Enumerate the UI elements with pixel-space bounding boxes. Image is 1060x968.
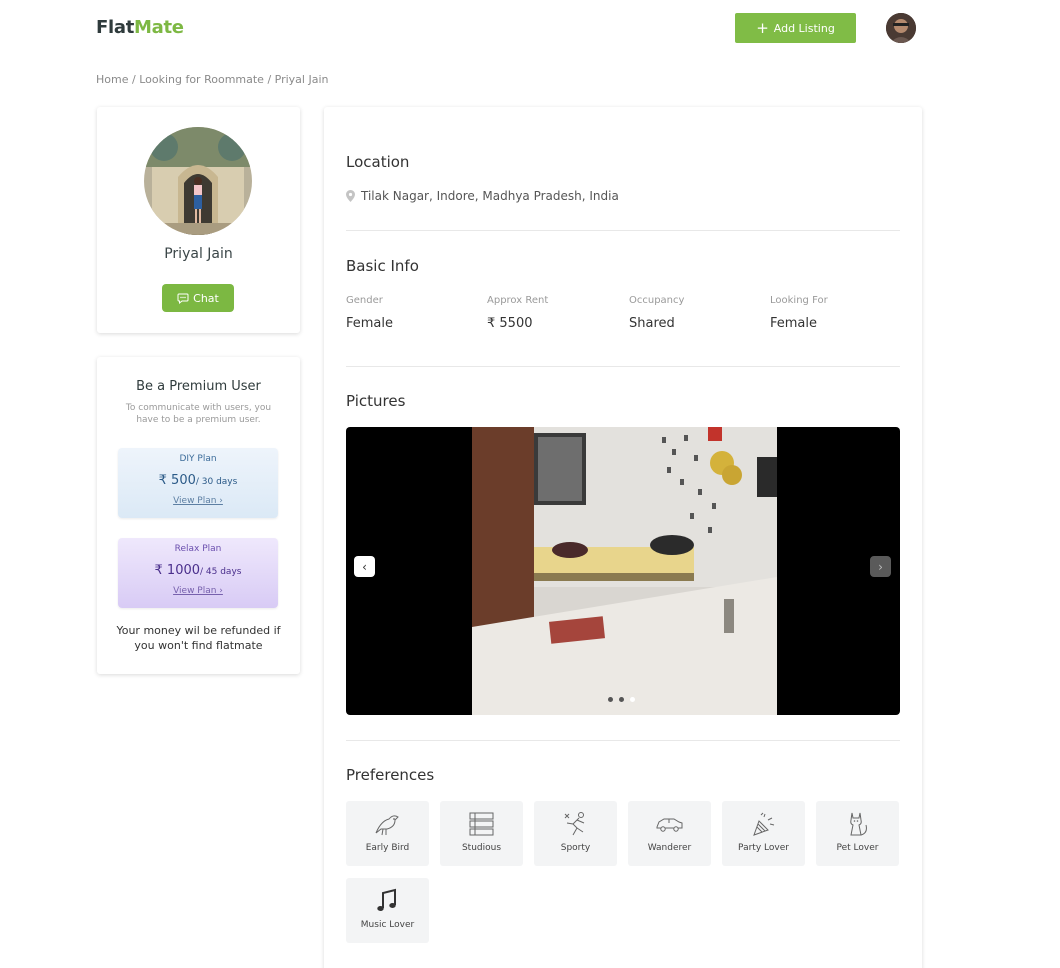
plan-period: / 30 days [195, 477, 238, 487]
pref-label: Party Lover [738, 843, 789, 853]
add-listing-label: Add Listing [773, 21, 835, 35]
pref-sporty: Sporty [534, 801, 617, 866]
logo-flat-text: Flat [96, 17, 135, 38]
location-address: Tilak Nagar, Indore, Madhya Pradesh, Ind… [361, 189, 619, 203]
relax-plan-card[interactable]: Relax Plan ₹ 1000/ 45 days View Plan › [118, 538, 278, 608]
plan-period: / 45 days [200, 567, 242, 577]
info-value: Female [770, 316, 818, 331]
party-popper-icon [753, 812, 775, 836]
location-title: Location [346, 153, 410, 171]
user-avatar-image [886, 13, 916, 43]
plan-price-amount: ₹ 1000 [154, 563, 201, 578]
plan-price: ₹ 1000/ 45 days [118, 563, 278, 578]
pref-pet-lover: Pet Lover [816, 801, 899, 866]
chat-icon [177, 293, 189, 304]
top-navbar: FlatMate + Add Listing [0, 0, 1060, 56]
pref-wanderer: Wanderer [628, 801, 711, 866]
chevron-left-icon: ‹ [362, 559, 367, 574]
user-avatar[interactable] [886, 13, 916, 43]
view-plan-link[interactable]: View Plan › [118, 586, 278, 596]
carousel-next-button[interactable]: › [870, 556, 891, 577]
info-label: Occupancy [629, 295, 685, 306]
plan-price: ₹ 500/ 30 days [118, 473, 278, 488]
info-gender: Gender Female [346, 295, 486, 331]
breadcrumb-current: Priyal Jain [274, 73, 329, 86]
chat-label: Chat [193, 291, 219, 305]
profile-photo [144, 127, 252, 235]
info-label: Looking For [770, 295, 828, 306]
bird-icon [375, 815, 399, 836]
refund-note: Your money wil be refunded if you won't … [116, 624, 281, 652]
premium-card: Be a Premium User To communicate with us… [97, 357, 300, 674]
info-value: Shared [629, 316, 675, 331]
plus-icon: + [756, 18, 769, 37]
info-label: Approx Rent [487, 295, 549, 306]
pref-label: Sporty [560, 843, 591, 853]
breadcrumb: Home / Looking for Roommate / Priyal Jai… [96, 73, 329, 86]
carousel-dot-1[interactable] [608, 697, 613, 702]
listing-details-card: Location Tilak Nagar, Indore, Madhya Pra… [324, 107, 922, 968]
carousel-indicators [608, 697, 635, 702]
cat-icon [850, 812, 867, 836]
info-label: Gender [346, 295, 383, 306]
pref-label: Music Lover [360, 920, 415, 930]
premium-title: Be a Premium User [136, 379, 261, 394]
preferences-title: Preferences [346, 766, 435, 784]
plan-price-amount: ₹ 500 [158, 473, 196, 488]
sporty-icon [564, 812, 585, 836]
pref-studious: Studious [440, 801, 523, 866]
breadcrumb-home[interactable]: Home [96, 73, 128, 86]
chevron-right-icon: › [878, 559, 883, 574]
pictures-carousel[interactable]: ‹ › [346, 427, 900, 715]
carousel-prev-button[interactable]: ‹ [354, 556, 375, 577]
divider [346, 740, 900, 741]
carousel-dot-3[interactable] [630, 697, 635, 702]
info-looking-for: Looking For Female [770, 295, 910, 331]
plan-name: Relax Plan [174, 544, 222, 554]
logo-mate-text: Mate [134, 17, 184, 38]
plan-name: DIY Plan [179, 454, 217, 464]
music-note-icon [377, 888, 396, 911]
pref-label: Early Bird [365, 843, 410, 853]
room-photo [472, 427, 777, 715]
info-occupancy: Occupancy Shared [629, 295, 769, 331]
divider [346, 366, 900, 367]
profile-name: Priyal Jain [164, 246, 233, 262]
map-pin-icon [346, 190, 355, 202]
view-plan-link[interactable]: View Plan › [118, 496, 278, 506]
location-row: Tilak Nagar, Indore, Madhya Pradesh, Ind… [346, 189, 619, 203]
pref-label: Wanderer [647, 843, 692, 853]
pref-early-bird: Early Bird [346, 801, 429, 866]
basic-info-title: Basic Info [346, 257, 419, 275]
info-approx-rent: Approx Rent ₹ 5500 [487, 295, 627, 331]
diy-plan-card[interactable]: DIY Plan ₹ 500/ 30 days View Plan › [118, 448, 278, 518]
premium-subtitle: To communicate with users, you have to b… [125, 403, 272, 425]
pictures-title: Pictures [346, 392, 406, 410]
books-icon [469, 812, 494, 836]
info-value: Female [346, 316, 394, 331]
breadcrumb-looking-for-roommate[interactable]: Looking for Roommate [139, 73, 264, 86]
divider [346, 230, 900, 231]
flatmate-logo[interactable]: FlatMate [96, 17, 184, 38]
pref-music-lover: Music Lover [346, 878, 429, 943]
car-icon [656, 818, 683, 832]
chat-button[interactable]: Chat [162, 284, 234, 312]
info-value: ₹ 5500 [487, 316, 533, 331]
pref-party-lover: Party Lover [722, 801, 805, 866]
pref-label: Pet Lover [836, 843, 879, 853]
profile-card: Priyal Jain Chat [97, 107, 300, 333]
pref-label: Studious [461, 843, 502, 853]
carousel-dot-2[interactable] [619, 697, 624, 702]
add-listing-button[interactable]: + Add Listing [735, 13, 856, 43]
